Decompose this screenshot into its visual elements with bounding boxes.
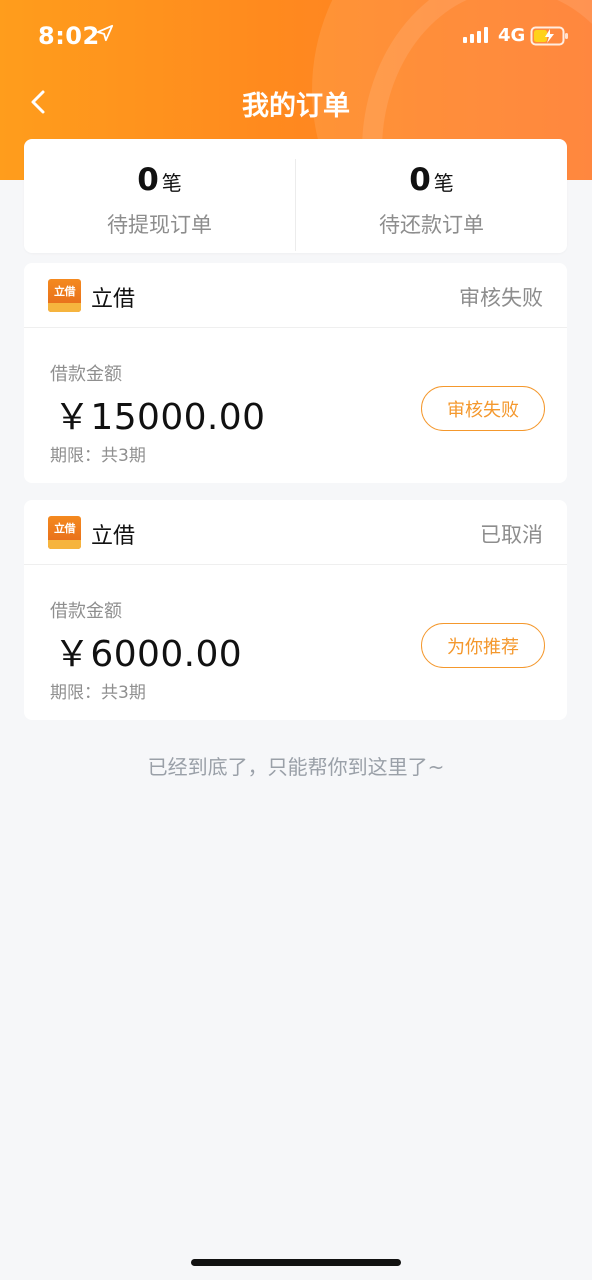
brand-logo: 立借 xyxy=(48,516,81,549)
pending-repayment-summary[interactable]: 0笔 待还款订单 xyxy=(296,139,567,253)
brand-name: 立借 xyxy=(91,524,136,549)
pending-withdrawal-unit: 笔 xyxy=(161,171,182,195)
order-card-header: 立借 立借 已取消 xyxy=(24,500,567,565)
network-label: 4G xyxy=(498,25,526,46)
amount-label: 借款金额 xyxy=(50,601,122,622)
page-title: 我的订单 xyxy=(242,91,350,122)
order-status: 审核失败 xyxy=(459,286,543,310)
order-card[interactable]: 立借 立借 审核失败 借款金额 ￥15000.00 期限：共3期 审核失败 xyxy=(24,263,567,483)
order-card-header: 立借 立借 审核失败 xyxy=(24,263,567,328)
amount-label: 借款金额 xyxy=(50,364,122,385)
pending-withdrawal-summary[interactable]: 0笔 待提现订单 xyxy=(24,139,295,253)
pending-repayment-label: 待还款订单 xyxy=(379,213,484,237)
battery-icon xyxy=(530,26,568,46)
pending-withdrawal-number: 0 xyxy=(137,162,159,198)
status-time: 8:02 xyxy=(38,22,100,50)
end-of-list-text: 已经到底了，只能帮你到这里了~ xyxy=(147,755,445,779)
brand-logo: 立借 xyxy=(48,279,81,312)
order-summary-card: 0笔 待提现订单 0笔 待还款订单 xyxy=(24,139,567,253)
brand-logo-text: 立借 xyxy=(54,285,76,298)
order-card-body: 借款金额 ￥15000.00 期限：共3期 审核失败 xyxy=(24,328,567,483)
brand-logo-stripe xyxy=(48,303,81,312)
home-indicator xyxy=(191,1259,401,1266)
review-failed-button[interactable]: 审核失败 xyxy=(421,386,545,431)
order-status: 已取消 xyxy=(480,523,543,547)
status-bar: 8:02 4G xyxy=(0,0,592,70)
loan-amount: ￥15000.00 xyxy=(54,397,266,438)
loan-term: 期限：共3期 xyxy=(50,683,146,703)
signal-icon xyxy=(463,27,488,43)
recommend-button[interactable]: 为你推荐 xyxy=(421,623,545,668)
brand-logo-stripe xyxy=(48,540,81,549)
pending-repayment-count: 0笔 xyxy=(296,165,567,196)
loan-amount: ￥6000.00 xyxy=(54,634,243,675)
pending-repayment-unit: 笔 xyxy=(433,171,454,195)
pending-withdrawal-label: 待提现订单 xyxy=(107,213,212,237)
brand-name: 立借 xyxy=(91,287,136,312)
pending-repayment-number: 0 xyxy=(409,162,431,198)
location-icon xyxy=(96,24,114,42)
loan-term: 期限：共3期 xyxy=(50,446,146,466)
pending-withdrawal-count: 0笔 xyxy=(24,165,295,196)
order-card[interactable]: 立借 立借 已取消 借款金额 ￥6000.00 期限：共3期 为你推荐 xyxy=(24,500,567,720)
order-card-body: 借款金额 ￥6000.00 期限：共3期 为你推荐 xyxy=(24,565,567,720)
brand-logo-text: 立借 xyxy=(54,522,76,535)
